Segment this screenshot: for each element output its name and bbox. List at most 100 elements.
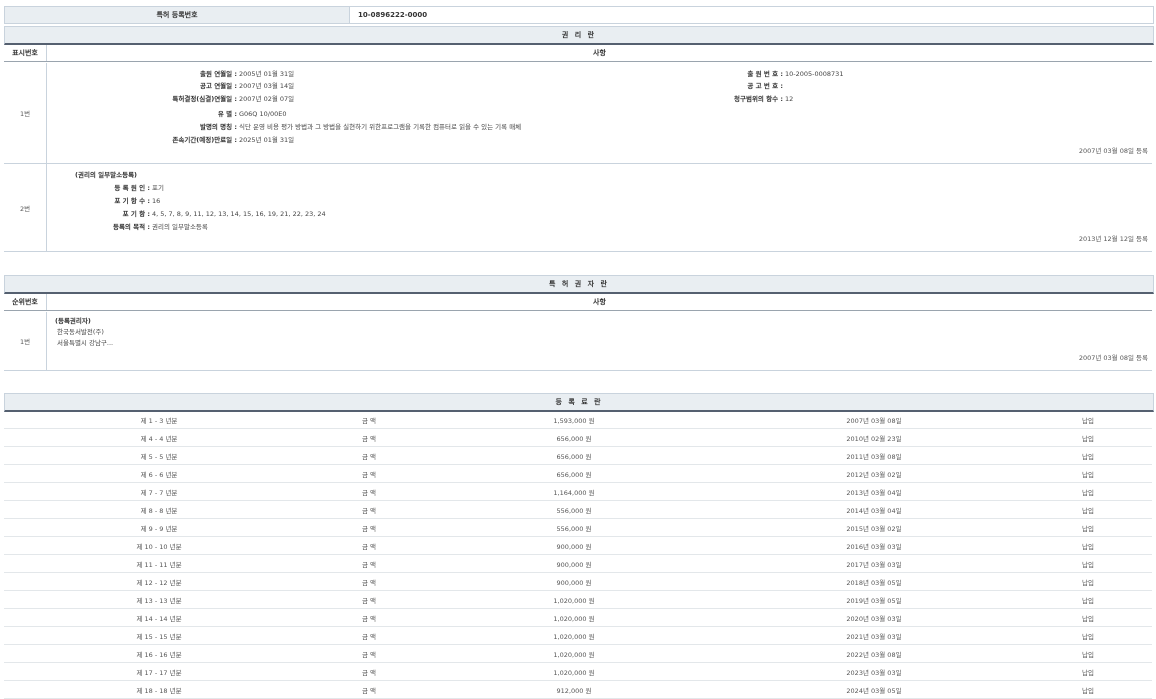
owners-section-title: 특 허 권 자 란 <box>4 275 1154 294</box>
fee-amount: 656,000 원 <box>424 465 724 483</box>
fee-paid-date: 2007년 03월 08일 <box>724 411 1024 429</box>
fee-amount-label: 금 액 <box>314 681 424 699</box>
rights-col-num: 표시번호 <box>4 45 47 61</box>
fee-amount: 900,000 원 <box>424 537 724 555</box>
fee-amount: 556,000 원 <box>424 519 724 537</box>
fee-amount: 656,000 원 <box>424 447 724 465</box>
field-application-number: 출 원 번 호 : <box>647 68 783 80</box>
patent-register-page: 특허 등록번호 10-0896222-0000 권 리 란 표시번호 사항 1번… <box>0 0 1156 685</box>
fee-status: 납입 <box>1024 537 1152 555</box>
fees-table-body: 제 1 - 3 년분금 액1,593,000 원2007년 03월 08일납입제… <box>4 411 1152 699</box>
fee-period: 제 18 - 18 년분 <box>4 681 314 699</box>
fee-status: 납입 <box>1024 411 1152 429</box>
field-registration-cause: 등 록 원 인 : <box>47 182 150 194</box>
fee-paid-date: 2021년 03월 03일 <box>724 627 1024 645</box>
fee-row: 제 5 - 5 년분금 액656,000 원2011년 03월 08일납입 <box>4 447 1152 465</box>
fee-status: 납입 <box>1024 501 1152 519</box>
field-claims-count: 청구범위의 항수 : <box>647 93 783 105</box>
fee-row: 제 10 - 10 년분금 액900,000 원2016년 03월 03일납입 <box>4 537 1152 555</box>
field-decision-date: 특허결정(심결)연월일 : <box>47 93 237 105</box>
fee-amount-label: 금 액 <box>314 591 424 609</box>
fee-amount-label: 금 액 <box>314 573 424 591</box>
fee-amount: 1,020,000 원 <box>424 663 724 681</box>
fee-paid-date: 2024년 03월 05일 <box>724 681 1024 699</box>
fee-amount-label: 금 액 <box>314 519 424 537</box>
fees-section-title: 등 록 료 란 <box>4 393 1154 412</box>
fee-row: 제 15 - 15 년분금 액1,020,000 원2021년 03월 03일납… <box>4 627 1152 645</box>
field-invention-title-value: 식단 운영 비용 평가 방법과 그 방법을 실현하기 위한프로그램을 기록한 컴… <box>239 121 521 133</box>
fee-row: 제 18 - 18 년분금 액912,000 원2024년 03월 05일납입 <box>4 681 1152 699</box>
rights-section-title: 권 리 란 <box>4 26 1154 45</box>
field-application-number-value: 10-2005-0008731 <box>785 68 843 80</box>
fee-amount: 1,020,000 원 <box>424 645 724 663</box>
fee-paid-date: 2022년 03월 08일 <box>724 645 1024 663</box>
registration-date: 2007년 03월 08일 등록 <box>1079 352 1148 362</box>
fee-period: 제 1 - 3 년분 <box>4 411 314 429</box>
fee-amount-label: 금 액 <box>314 483 424 501</box>
fee-row: 제 1 - 3 년분금 액1,593,000 원2007년 03월 08일납입 <box>4 411 1152 429</box>
field-application-date-value: 2005년 01월 31일 <box>239 68 294 80</box>
field-classification-value: G06Q 10/00E0 <box>239 108 286 120</box>
rights-entry-2: 2번 (권리의 일부말소등록) 등 록 원 인 : 포기 포 기 항 수 : 1… <box>4 164 1152 252</box>
rights-entry-1: 1번 출원 연월일 : 2005년 01월 31일 공고 연월일 : 2007년… <box>4 63 1152 164</box>
fee-status: 납입 <box>1024 429 1152 447</box>
rights-entry-number: 1번 <box>4 63 47 163</box>
fee-period: 제 11 - 11 년분 <box>4 555 314 573</box>
fee-row: 제 14 - 14 년분금 액1,020,000 원2020년 03월 03일납… <box>4 609 1152 627</box>
fee-paid-date: 2015년 03월 02일 <box>724 519 1024 537</box>
fee-status: 납입 <box>1024 627 1152 645</box>
fee-amount: 656,000 원 <box>424 429 724 447</box>
field-abandoned-count: 포 기 항 수 : <box>47 195 150 207</box>
fee-row: 제 16 - 16 년분금 액1,020,000 원2022년 03월 08일납… <box>4 645 1152 663</box>
fee-row: 제 6 - 6 년분금 액656,000 원2012년 03월 02일납입 <box>4 465 1152 483</box>
fee-paid-date: 2023년 03월 03일 <box>724 663 1024 681</box>
fee-paid-date: 2013년 03월 04일 <box>724 483 1024 501</box>
field-expiry-date-value: 2025년 01월 31일 <box>239 134 294 146</box>
field-decision-date-value: 2007년 02월 07일 <box>239 93 294 105</box>
field-registration-purpose: 등록의 목적 : <box>47 221 150 233</box>
fee-paid-date: 2018년 03월 05일 <box>724 573 1024 591</box>
fee-row: 제 7 - 7 년분금 액1,164,000 원2013년 03월 04일납입 <box>4 483 1152 501</box>
fee-amount: 1,020,000 원 <box>424 609 724 627</box>
field-invention-title: 발명의 명칭 : <box>47 121 237 133</box>
fee-paid-date: 2014년 03월 04일 <box>724 501 1024 519</box>
field-abandoned-claims-value: 4, 5, 7, 8, 9, 11, 12, 13, 14, 15, 16, 1… <box>152 208 326 220</box>
owner-address: 서울특별시 강남구... <box>57 337 113 349</box>
fee-amount: 1,593,000 원 <box>424 411 724 429</box>
fee-amount: 556,000 원 <box>424 501 724 519</box>
fee-paid-date: 2016년 03월 03일 <box>724 537 1024 555</box>
fee-amount: 1,020,000 원 <box>424 627 724 645</box>
fee-status: 납입 <box>1024 663 1152 681</box>
fee-amount: 900,000 원 <box>424 573 724 591</box>
fee-status: 납입 <box>1024 519 1152 537</box>
fee-amount-label: 금 액 <box>314 501 424 519</box>
registration-date: 2007년 03월 08일 등록 <box>1079 145 1148 155</box>
fee-row: 제 4 - 4 년분금 액656,000 원2010년 02월 23일납입 <box>4 429 1152 447</box>
fee-paid-date: 2019년 03월 05일 <box>724 591 1024 609</box>
rights-column-header: 표시번호 사항 <box>4 45 1152 62</box>
fee-amount: 1,164,000 원 <box>424 483 724 501</box>
fee-amount-label: 금 액 <box>314 663 424 681</box>
fee-row: 제 13 - 13 년분금 액1,020,000 원2019년 03월 05일납… <box>4 591 1152 609</box>
fee-status: 납입 <box>1024 465 1152 483</box>
fee-status: 납입 <box>1024 591 1152 609</box>
fee-amount-label: 금 액 <box>314 447 424 465</box>
fee-amount: 900,000 원 <box>424 555 724 573</box>
fee-amount: 1,020,000 원 <box>424 591 724 609</box>
registration-number-label: 특허 등록번호 <box>5 7 350 23</box>
fee-paid-date: 2017년 03월 03일 <box>724 555 1024 573</box>
registration-date: 2013년 12월 12일 등록 <box>1079 233 1148 243</box>
fee-paid-date: 2012년 03월 02일 <box>724 465 1024 483</box>
fee-amount-label: 금 액 <box>314 429 424 447</box>
fee-period: 제 10 - 10 년분 <box>4 537 314 555</box>
fee-period: 제 14 - 14 년분 <box>4 609 314 627</box>
fee-status: 납입 <box>1024 573 1152 591</box>
fee-paid-date: 2010년 02월 23일 <box>724 429 1024 447</box>
fee-period: 제 13 - 13 년분 <box>4 591 314 609</box>
fee-amount-label: 금 액 <box>314 465 424 483</box>
field-registration-purpose-value: 권리의 일부말소등록 <box>152 221 208 233</box>
fee-amount-label: 금 액 <box>314 555 424 573</box>
fees-table: 제 1 - 3 년분금 액1,593,000 원2007년 03월 08일납입제… <box>4 411 1152 699</box>
field-abandoned-count-value: 16 <box>152 195 160 207</box>
owners-entry-1: 1번 (등록권리자) 한국동서발전(주) 서울특별시 강남구... 2007년 … <box>4 312 1152 371</box>
